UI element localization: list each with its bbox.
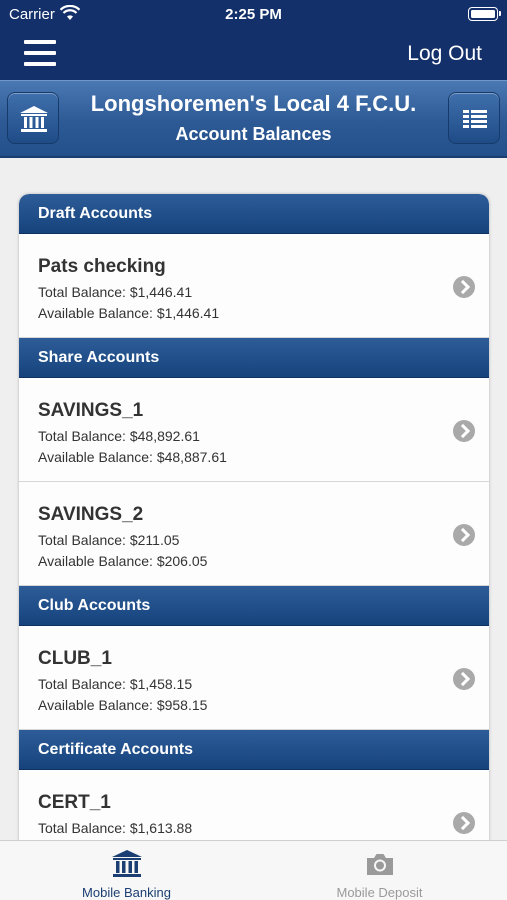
battery-icon	[468, 7, 501, 21]
status-bar: Carrier 2:25 PM	[0, 0, 507, 28]
section-header-club: Club Accounts	[19, 586, 489, 626]
chevron-right-icon[interactable]	[453, 668, 475, 690]
section-header-share: Share Accounts	[19, 338, 489, 378]
total-balance: Total Balance: $1,446.41	[38, 284, 193, 300]
accounts-list: Draft Accounts Pats checking Total Balan…	[19, 194, 489, 844]
top-bar: Carrier 2:25 PM Log Out	[0, 0, 507, 80]
chevron-right-icon[interactable]	[453, 420, 475, 442]
account-name: SAVINGS_2	[38, 504, 144, 525]
available-balance: Available Balance: $48,887.61	[38, 449, 227, 465]
tab-mobile-banking[interactable]: Mobile Banking	[0, 841, 253, 900]
status-time: 2:25 PM	[225, 6, 282, 23]
chevron-right-icon[interactable]	[453, 812, 475, 834]
bank-button[interactable]	[7, 92, 59, 144]
list-button[interactable]	[448, 92, 500, 144]
account-name: Pats checking	[38, 256, 166, 277]
total-balance: Total Balance: $1,613.88	[38, 820, 193, 836]
section-header-draft: Draft Accounts	[19, 194, 489, 234]
account-name: SAVINGS_1	[38, 400, 144, 421]
account-name: CLUB_1	[38, 648, 112, 669]
page-title: Longshoremen's Local 4 F.C.U.	[90, 91, 417, 116]
menu-icon[interactable]	[24, 40, 56, 66]
total-balance: Total Balance: $1,458.15	[38, 676, 193, 692]
bank-icon	[20, 106, 48, 132]
available-balance: Available Balance: $1,446.41	[38, 305, 220, 321]
total-balance: Total Balance: $211.05	[38, 532, 180, 548]
chevron-right-icon[interactable]	[453, 276, 475, 298]
chevron-right-icon[interactable]	[453, 524, 475, 546]
list-icon	[463, 110, 487, 128]
account-row[interactable]: Pats checking Total Balance: $1,446.41 A…	[19, 234, 489, 338]
total-balance: Total Balance: $48,892.61	[38, 428, 200, 444]
camera-icon	[367, 854, 393, 875]
account-row[interactable]: CLUB_1 Total Balance: $1,458.15 Availabl…	[19, 626, 489, 730]
tab-mobile-deposit[interactable]: Mobile Deposit	[253, 841, 506, 900]
tab-label: Mobile Deposit	[336, 885, 423, 900]
tab-label: Mobile Banking	[82, 885, 171, 900]
bank-icon	[112, 850, 142, 877]
account-row[interactable]: SAVINGS_2 Total Balance: $211.05 Availab…	[19, 482, 489, 586]
page-subtitle: Account Balances	[175, 124, 332, 144]
section-header-certificate: Certificate Accounts	[19, 730, 489, 770]
available-balance: Available Balance: $206.05	[38, 553, 208, 569]
account-row[interactable]: SAVINGS_1 Total Balance: $48,892.61 Avai…	[19, 378, 489, 482]
available-balance: Available Balance: $958.15	[38, 697, 208, 713]
account-name: CERT_1	[38, 792, 111, 813]
tab-bar: Mobile Banking Mobile Deposit	[0, 840, 507, 900]
logout-button[interactable]: Log Out	[407, 42, 482, 66]
account-row[interactable]: CERT_1 Total Balance: $1,613.88	[19, 770, 489, 844]
page-header: Longshoremen's Local 4 F.C.U. Account Ba…	[0, 80, 507, 158]
